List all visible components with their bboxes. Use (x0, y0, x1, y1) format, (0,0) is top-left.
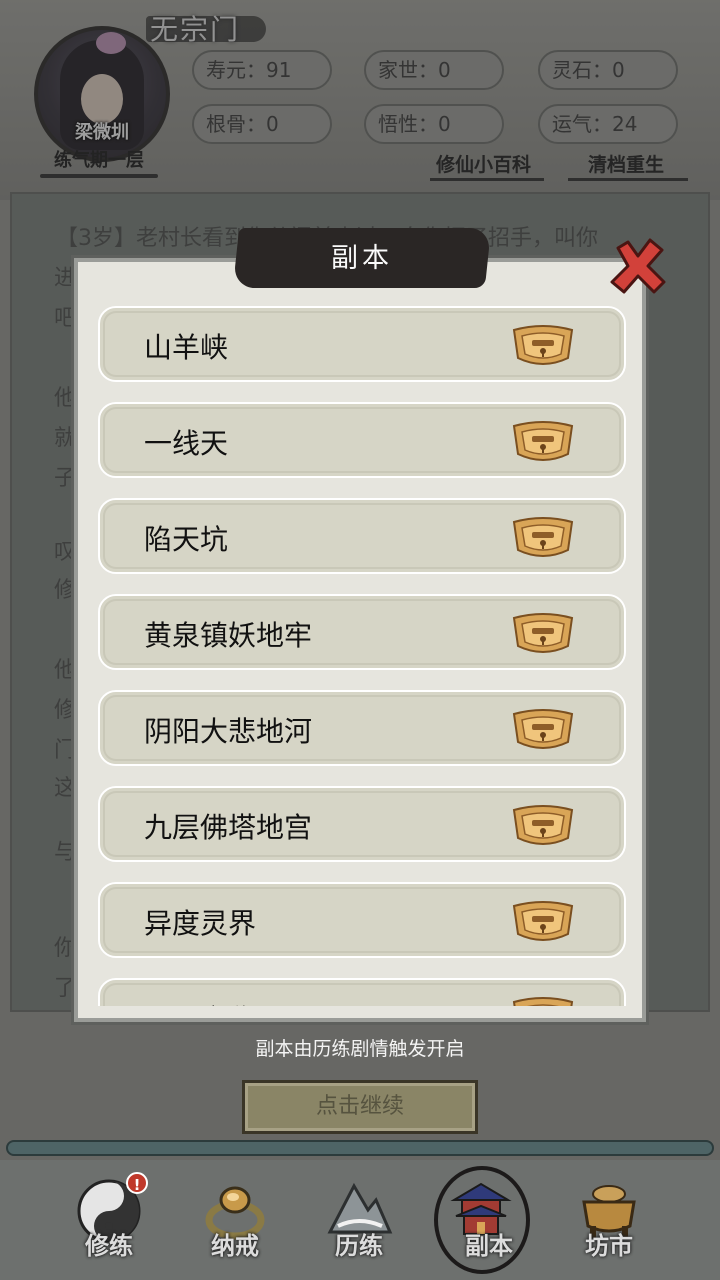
nav-market[interactable]: 坊市 (554, 1168, 664, 1276)
lock-icon (512, 325, 574, 365)
dungeon-list[interactable]: 山羊峡 一线天 陷天坑 黄泉镇妖地牢 阴阳大悲地河 九层佛塔地宫 异度灵界 冥 (98, 306, 626, 1006)
dungeon-entry[interactable]: 异度灵界 (98, 882, 626, 958)
dungeon-name: 九层佛塔地宫 (144, 811, 313, 844)
dungeon-entry[interactable]: 黄泉镇妖地牢 (98, 594, 626, 670)
close-icon[interactable] (608, 236, 668, 296)
dungeon-name: 黄泉镇妖地牢 (144, 619, 313, 652)
lock-icon (512, 997, 574, 1006)
dungeon-entry[interactable]: 阴阳大悲地河 (98, 690, 626, 766)
dungeon-entry[interactable]: 冥界之秘 (98, 978, 626, 1006)
nav-label: 副本 (465, 1232, 513, 1260)
dungeon-entry[interactable]: 九层佛塔地宫 (98, 786, 626, 862)
dungeon-name: 山羊峡 (144, 331, 229, 364)
dungeon-name: 异度灵界 (144, 907, 257, 940)
dialog-title: 副本 (331, 243, 393, 274)
dungeon-name: 陷天坑 (144, 523, 229, 556)
dungeon-entry[interactable]: 陷天坑 (98, 498, 626, 574)
dungeon-name: 冥界之秘 (144, 998, 256, 1006)
nav-cultivate[interactable]: ! 修练 (54, 1168, 164, 1276)
lock-icon (512, 517, 574, 557)
nav-label: 历练 (335, 1232, 383, 1260)
nav-dungeon[interactable]: 副本 (434, 1166, 544, 1276)
nav-label: 修练 (85, 1232, 133, 1260)
lock-icon (512, 613, 574, 653)
nav-adventure[interactable]: 历练 (304, 1168, 414, 1276)
continue-button[interactable]: 点击继续 (242, 1080, 478, 1134)
lock-icon (512, 901, 574, 941)
lock-icon (512, 421, 574, 461)
lock-icon (512, 805, 574, 845)
dungeon-name: 阴阳大悲地河 (144, 715, 313, 748)
dungeon-name: 一线天 (144, 427, 229, 460)
scroll-rod (6, 1140, 714, 1156)
dungeon-entry[interactable]: 一线天 (98, 402, 626, 478)
notification-badge: ! (126, 1172, 148, 1194)
nav-ring[interactable]: 纳戒 (180, 1168, 290, 1276)
dungeon-hint: 副本由历练剧情触发开启 (255, 1038, 465, 1060)
dungeon-dialog: 山羊峡 一线天 陷天坑 黄泉镇妖地牢 阴阳大悲地河 九层佛塔地宫 异度灵界 冥 (74, 258, 646, 1022)
nav-label: 坊市 (585, 1232, 633, 1260)
lock-icon (512, 709, 574, 749)
nav-label: 纳戒 (211, 1232, 259, 1260)
dungeon-entry[interactable]: 山羊峡 (98, 306, 626, 382)
